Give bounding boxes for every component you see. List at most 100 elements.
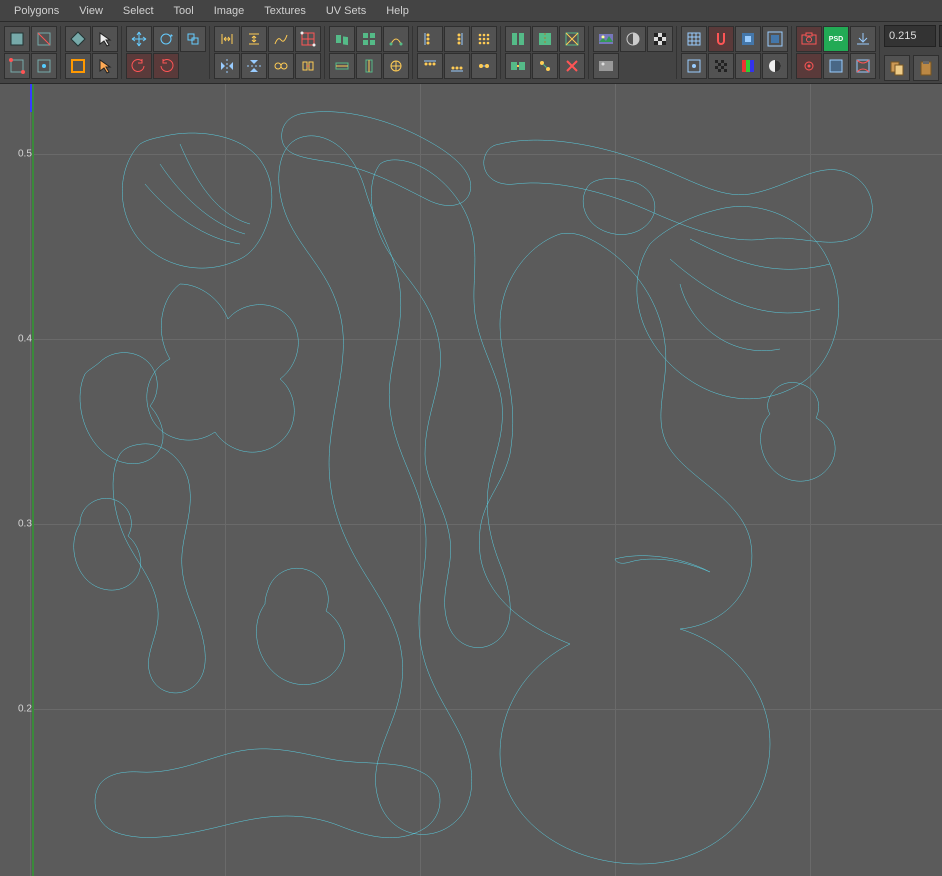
- move-sew-button[interactable]: [295, 53, 321, 79]
- align-group: [417, 26, 501, 79]
- select-shell-button[interactable]: [65, 26, 91, 52]
- move-uv-button[interactable]: [126, 26, 152, 52]
- toolbar: PSD 0.0 0.10: [0, 22, 942, 84]
- uv-viewport[interactable]: 0.5 0.4 0.3 0.2: [0, 84, 942, 876]
- display-checker-small-button[interactable]: [708, 53, 734, 79]
- uv-shell: [74, 498, 141, 590]
- uv-shell: [95, 749, 440, 838]
- toggle-distortion-button[interactable]: [850, 53, 876, 79]
- align-grid-button[interactable]: [471, 26, 497, 52]
- uv-shell: [761, 382, 836, 481]
- copy-uv-button[interactable]: [884, 55, 910, 81]
- sew-uv-button[interactable]: [532, 26, 558, 52]
- uv-shell: [479, 233, 770, 864]
- select-cursor-uv-button[interactable]: [92, 53, 118, 79]
- select-uv-cursor-button[interactable]: [92, 26, 118, 52]
- u-coord-input[interactable]: [884, 25, 936, 47]
- rotate-ccw-button[interactable]: [126, 53, 152, 79]
- paste-uv-button[interactable]: [913, 55, 939, 81]
- uv-shell: [122, 133, 272, 268]
- psd-export-button[interactable]: PSD: [823, 26, 849, 52]
- unfold-group: [329, 26, 413, 79]
- lattice-uv-button[interactable]: [295, 26, 321, 52]
- menu-textures[interactable]: Textures: [254, 2, 316, 20]
- toggle-dimmer-button[interactable]: [620, 26, 646, 52]
- edit-uv-button[interactable]: [796, 53, 822, 79]
- menubar: Polygons View Select Tool Image Textures…: [0, 0, 942, 22]
- flip-v-button[interactable]: [241, 26, 267, 52]
- merge-uv-button[interactable]: [532, 53, 558, 79]
- align-u-max-button[interactable]: [444, 26, 470, 52]
- smudge-alt-button[interactable]: [268, 53, 294, 79]
- select-border-button[interactable]: [65, 53, 91, 79]
- menu-uvsets[interactable]: UV Sets: [316, 2, 376, 20]
- relax-button[interactable]: [383, 26, 409, 52]
- split-uv-button[interactable]: [559, 26, 585, 52]
- flip-u-button[interactable]: [214, 26, 240, 52]
- uv-shell: [80, 353, 163, 464]
- optimize-button[interactable]: [383, 53, 409, 79]
- unfold-v-button[interactable]: [356, 53, 382, 79]
- align-v-min-button[interactable]: [417, 53, 443, 79]
- pixel-snap-button[interactable]: [681, 53, 707, 79]
- unfold-button[interactable]: [329, 26, 355, 52]
- snap-together-button[interactable]: [471, 53, 497, 79]
- mirror-v-button[interactable]: [241, 53, 267, 79]
- uv-mesh-canvas: [30, 84, 942, 876]
- selection-convert-group: [4, 26, 61, 79]
- frame-all-button[interactable]: [762, 26, 788, 52]
- menu-polygons[interactable]: Polygons: [4, 2, 69, 20]
- toggle-grid-button[interactable]: [681, 26, 707, 52]
- smudge-uv-button[interactable]: [268, 26, 294, 52]
- layout-button[interactable]: [356, 26, 382, 52]
- isolate-select-button[interactable]: [735, 26, 761, 52]
- cut-sew-group: [505, 26, 589, 79]
- menu-image[interactable]: Image: [204, 2, 255, 20]
- unfold-u-button[interactable]: [329, 53, 355, 79]
- rotate-cw-button[interactable]: [153, 53, 179, 79]
- uv-shell: [256, 568, 344, 684]
- menu-select[interactable]: Select: [113, 2, 164, 20]
- uv-shell: [484, 140, 873, 242]
- mirror-u-button[interactable]: [214, 53, 240, 79]
- display-alpha-button[interactable]: [762, 53, 788, 79]
- coord-group: 0.0: [884, 25, 942, 81]
- convert-edge-button[interactable]: [31, 26, 57, 52]
- toggle-image-button[interactable]: [593, 26, 619, 52]
- delete-uv-button[interactable]: [559, 53, 585, 79]
- rotate-uv-button[interactable]: [153, 26, 179, 52]
- cut-uv-button[interactable]: [505, 26, 531, 52]
- transform-group: [126, 26, 210, 79]
- isolate-group: [681, 26, 792, 79]
- uv-shell: [147, 284, 298, 452]
- menu-view[interactable]: View: [69, 2, 113, 20]
- align-u-min-button[interactable]: [417, 26, 443, 52]
- menu-tool[interactable]: Tool: [164, 2, 204, 20]
- uv-shell: [637, 206, 839, 398]
- update-psd-button[interactable]: [850, 26, 876, 52]
- toggle-filtered-button[interactable]: [593, 53, 619, 79]
- toggle-snap-button[interactable]: [708, 26, 734, 52]
- convert-uv-button[interactable]: [31, 53, 57, 79]
- flip-group: [214, 26, 325, 79]
- move-sew-edges-button[interactable]: [505, 53, 531, 79]
- display-group: [593, 26, 677, 79]
- align-v-max-button[interactable]: [444, 53, 470, 79]
- uv-shell: [583, 179, 655, 235]
- uv-shell: [113, 444, 205, 693]
- ruler-vertical: 0.5 0.4 0.3 0.2: [0, 84, 30, 876]
- convert-vertex-button[interactable]: [4, 53, 30, 79]
- uv-shell: [279, 136, 472, 835]
- display-rgb-button[interactable]: [735, 53, 761, 79]
- scale-uv-button[interactable]: [180, 26, 206, 52]
- selection-mode-group: [65, 26, 122, 79]
- convert-face-button[interactable]: [4, 26, 30, 52]
- psd-label: PSD: [829, 36, 843, 43]
- toggle-shade-button[interactable]: [823, 53, 849, 79]
- uv-shell: [371, 160, 510, 648]
- snapshot-group: PSD: [796, 26, 880, 79]
- menu-help[interactable]: Help: [376, 2, 419, 20]
- uv-snapshot-button[interactable]: [796, 26, 822, 52]
- toggle-checker-button[interactable]: [647, 26, 673, 52]
- uv-shell: [282, 112, 471, 206]
